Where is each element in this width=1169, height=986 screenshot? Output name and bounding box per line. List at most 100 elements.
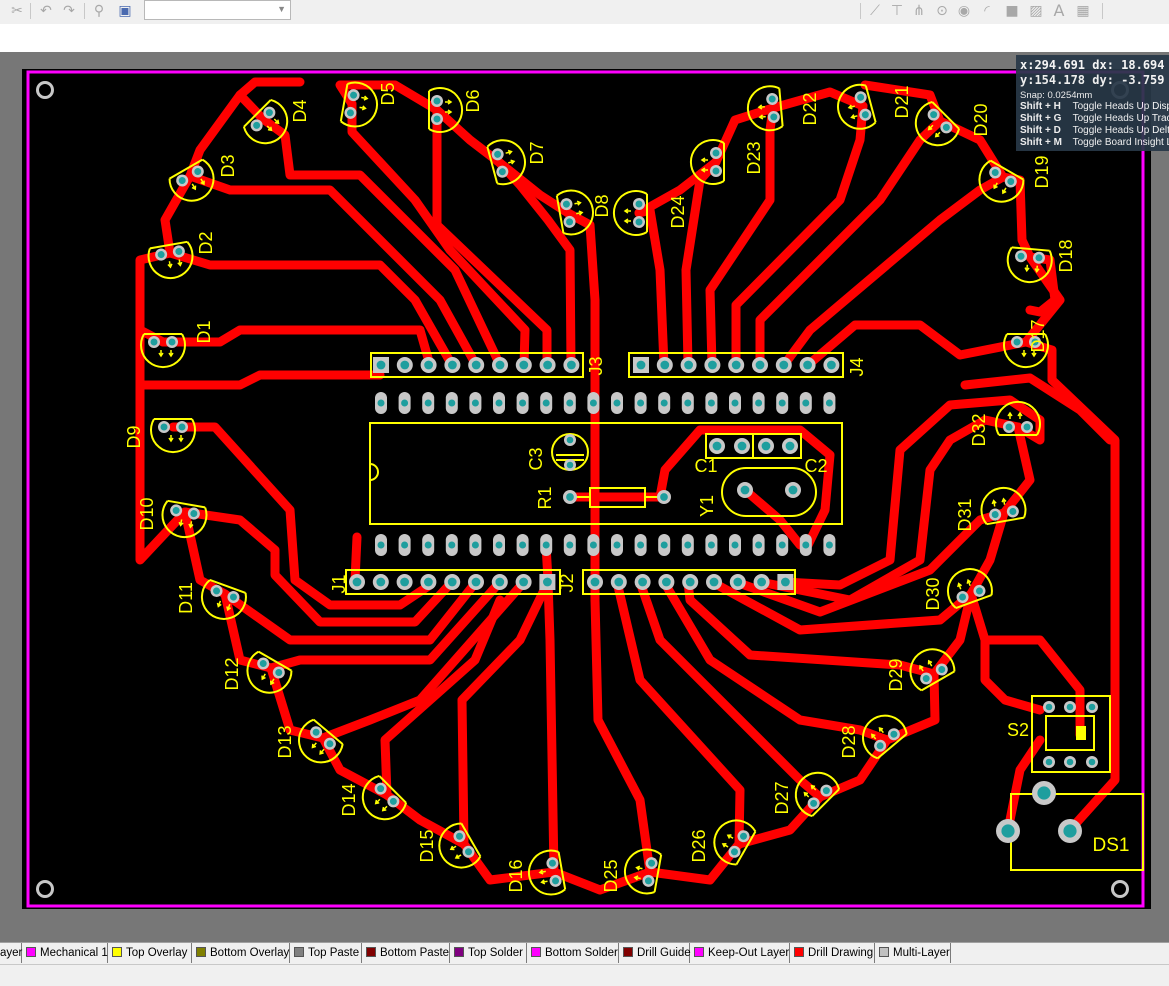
toolbar-separator [30, 3, 31, 19]
pad-hole [1066, 703, 1074, 711]
switch-s2-label: S2 [1007, 720, 1029, 740]
layer-tab-bottom-solder[interactable]: Bottom Solder [527, 943, 619, 963]
resistor-r1-label: R1 [535, 486, 555, 509]
led-label: D10 [137, 497, 157, 530]
pad-hole [740, 485, 750, 495]
status-bar [0, 964, 1169, 986]
mounting-hole-drill [39, 84, 51, 96]
pad-hole [376, 360, 386, 370]
place-fill-icon[interactable]: ■ [1003, 2, 1021, 20]
header-label: J1 [329, 574, 349, 593]
layer-tab-top-overlay[interactable]: Top Overlay [108, 943, 192, 963]
layer-tab-top-solder[interactable]: Top Solder [450, 943, 527, 963]
place-arc-icon[interactable]: ◜ [978, 2, 996, 20]
pcb-canvas[interactable]: D1 D2 D3 D4 D5 D6 D7 D8 D9 D10 D11 D12 D13 D14 D15 D16 D… [0, 52, 1169, 942]
filter-combo[interactable]: ▼ [144, 0, 291, 20]
pad-hole [495, 360, 505, 370]
hud-y-readout: y:154.178 dy: -3.759 mm [1020, 73, 1169, 87]
pad-hole [684, 399, 692, 407]
led-label: D24 [668, 195, 688, 228]
cut-icon[interactable]: ✂ [8, 2, 26, 20]
led-label: D28 [839, 725, 859, 758]
led-label: D3 [218, 154, 238, 177]
pad-hole [542, 541, 550, 549]
undo-icon[interactable]: ↶ [37, 2, 55, 20]
pad-hole [1088, 703, 1096, 711]
led-label: D26 [689, 829, 709, 862]
pcb-viewport[interactable]: D1 D2 D3 D4 D5 D6 D7 D8 D9 D10 D11 D12 D13 D14 D15 D16 D… [0, 52, 1169, 942]
layer-swatch [454, 947, 464, 957]
layer-tab-drill-guide[interactable]: Drill Guide [619, 943, 691, 963]
diff-pair-routing-icon[interactable]: ⊤ [888, 2, 906, 20]
pad-hole [589, 399, 597, 407]
led-label: D25 [601, 859, 621, 892]
pad-hole [660, 360, 670, 370]
pad-hole [761, 441, 771, 451]
hud-shortcut: Shift + M Toggle Board Insight Lens [1020, 137, 1169, 148]
layer-swatch [366, 947, 376, 957]
layer-tab-multi-layer[interactable]: Multi-Layer [875, 943, 951, 963]
pad-hole [377, 399, 385, 407]
led-label: D7 [527, 141, 547, 164]
interactive-routing-icon[interactable]: ⟋ [866, 2, 884, 20]
layer-tab-top-paste[interactable]: Top Paste [290, 943, 362, 963]
hud-shortcut: Shift + H Toggle Heads Up Display [1020, 101, 1169, 112]
place-string-icon[interactable]: A [1050, 2, 1068, 20]
layer-tab-keep-out-layer[interactable]: Keep-Out Layer [690, 943, 790, 963]
pad-hole [352, 577, 362, 587]
pad-hole [825, 399, 833, 407]
place-polygon-icon[interactable]: ▨ [1027, 2, 1045, 20]
layer-swatch [294, 947, 304, 957]
pad-hole [433, 115, 441, 123]
pad-hole [662, 577, 671, 587]
pad-hole [519, 360, 529, 370]
switch-s2-actuator [1076, 726, 1086, 740]
pad-hole [424, 577, 433, 587]
pad-hole [781, 577, 790, 587]
buzzer-ds1-label: DS1 [1093, 835, 1130, 856]
cross-probe-icon[interactable]: ⚲ [90, 2, 108, 20]
mounting-hole-drill [39, 883, 51, 895]
browse-components-icon[interactable]: ▣ [116, 2, 134, 20]
header-label: J4 [847, 357, 867, 376]
place-pad-icon[interactable]: ⊙ [933, 2, 951, 20]
pad-hole [542, 399, 550, 407]
pad-hole [424, 399, 432, 407]
redo-icon[interactable]: ↷ [60, 2, 78, 20]
pad-hole [495, 399, 503, 407]
pad-hole [707, 541, 715, 549]
layer-tab-top-layer[interactable]: ayer [0, 943, 22, 963]
pad-hole [424, 360, 433, 370]
pad-hole [590, 577, 600, 587]
pad-hole [160, 423, 168, 431]
pad-hole [566, 493, 574, 501]
led-label: D1 [194, 320, 214, 343]
pad-hole [613, 541, 621, 549]
led-label: D14 [339, 783, 359, 816]
pad-hole [424, 541, 432, 549]
layer-swatch [879, 947, 889, 957]
pad-hole [637, 399, 645, 407]
led-label: D6 [463, 89, 483, 112]
place-component-icon[interactable]: ▦ [1074, 2, 1092, 20]
pad-hole [168, 338, 176, 346]
layer-tab-bottom-overlay[interactable]: Bottom Overlay [192, 943, 290, 963]
pad-hole [785, 441, 795, 451]
track [350, 532, 362, 585]
place-via-icon[interactable]: ◉ [955, 2, 973, 20]
layer-swatch [694, 947, 704, 957]
layer-tab-drill-drawing[interactable]: Drill Drawing [790, 943, 875, 963]
pad-hole [757, 577, 766, 587]
pad-hole [1013, 338, 1021, 346]
pad-hole [400, 577, 409, 587]
multiple-traces-icon[interactable]: ⋔ [910, 2, 928, 20]
layer-tab-bottom-paste[interactable]: Bottom Paste [362, 943, 450, 963]
pad-hole [712, 167, 720, 175]
toolbar: ✂ ↶ ↷ ⚲ ▣ ▼ ⟋ ⊤ ⋔ ⊙ ◉ ◜ ■ ▨ A ▦ [0, 0, 1169, 24]
pad-hole [660, 399, 668, 407]
cap-c3-label: C3 [526, 447, 546, 470]
pad-hole [519, 541, 527, 549]
layer-tab-mechanical-1[interactable]: Mechanical 1 [22, 943, 108, 963]
hud-x-readout: x:294.691 dx: 18.694 mm [1020, 58, 1169, 72]
pad-hole [731, 360, 741, 370]
